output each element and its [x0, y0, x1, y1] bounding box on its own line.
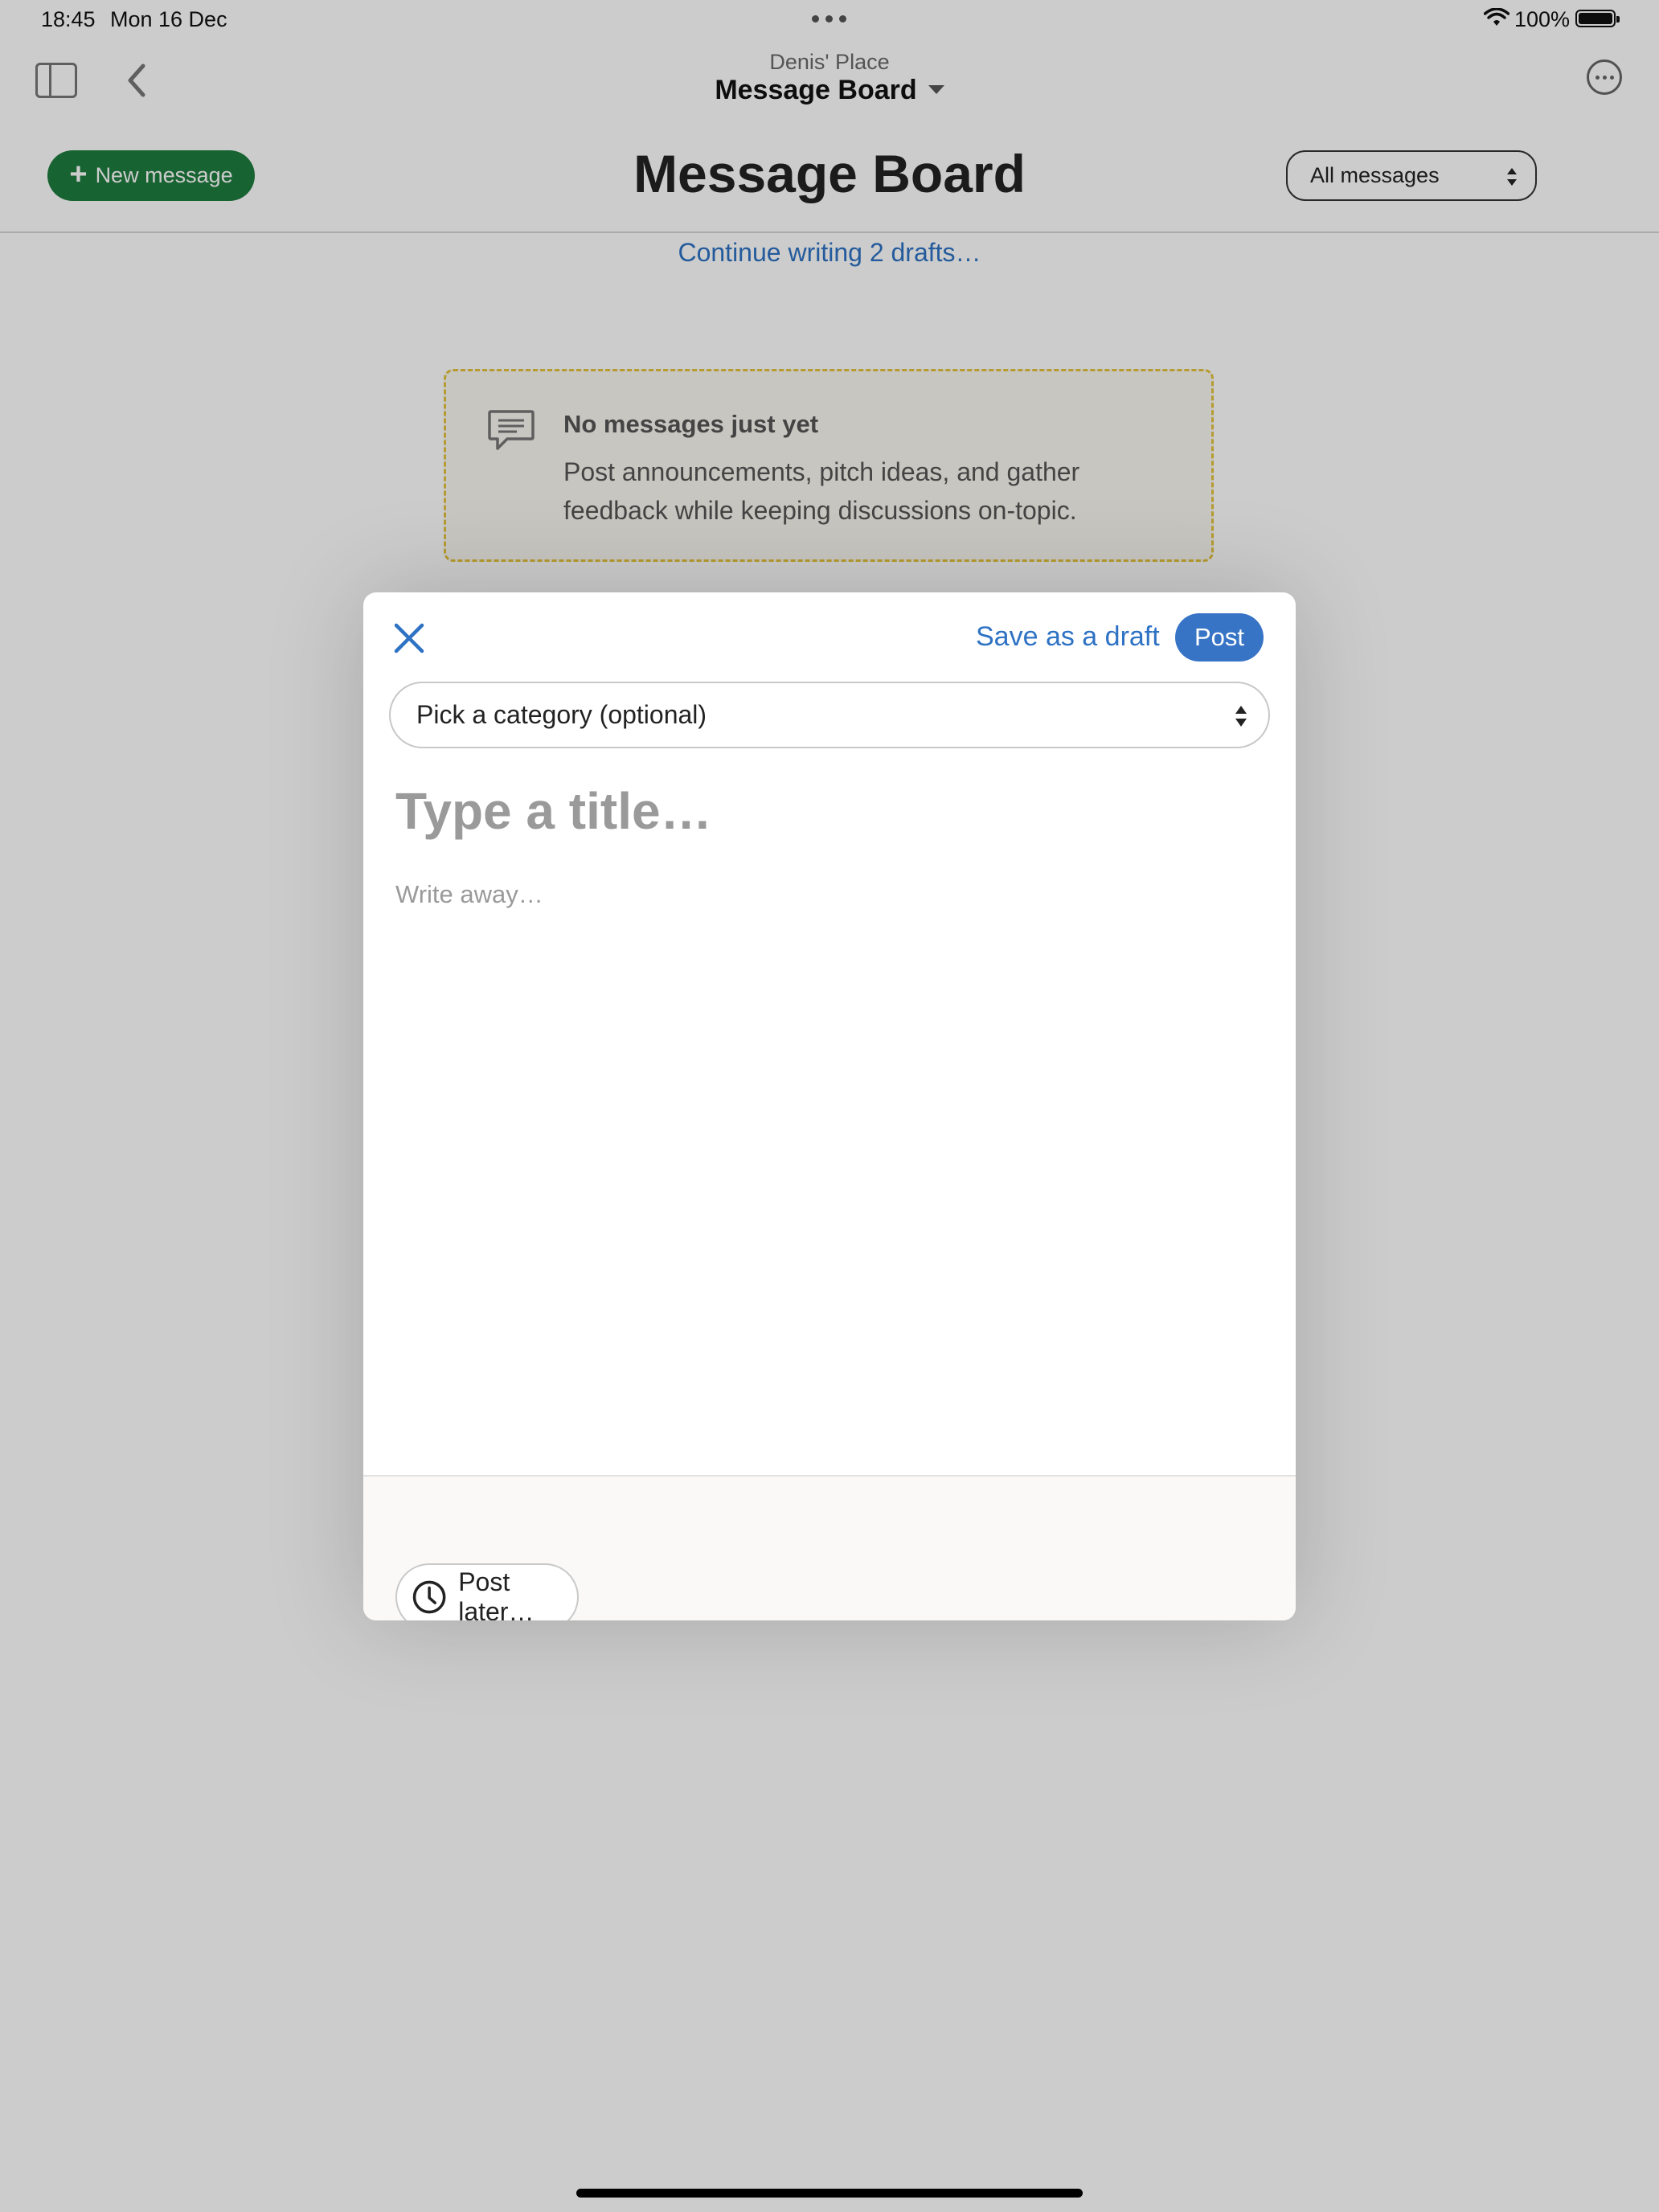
new-message-composer: Save as a draft Post Pick a category (op… [363, 592, 1296, 1620]
post-later-button[interactable]: Post later… [395, 1563, 579, 1620]
category-value: Pick a category (optional) [416, 700, 707, 729]
post-later-label: Post later… [458, 1567, 535, 1620]
post-button[interactable]: Post [1175, 613, 1264, 662]
clock-icon [412, 1580, 446, 1614]
composer-footer: Post later… [363, 1475, 1296, 1620]
updown-arrows-icon [1235, 706, 1247, 727]
title-input[interactable] [395, 781, 1199, 841]
category-select[interactable]: Pick a category (optional) [389, 682, 1270, 748]
close-icon[interactable] [392, 621, 426, 655]
save-as-draft-button[interactable]: Save as a draft [976, 621, 1160, 653]
body-textarea[interactable] [395, 880, 1256, 1443]
